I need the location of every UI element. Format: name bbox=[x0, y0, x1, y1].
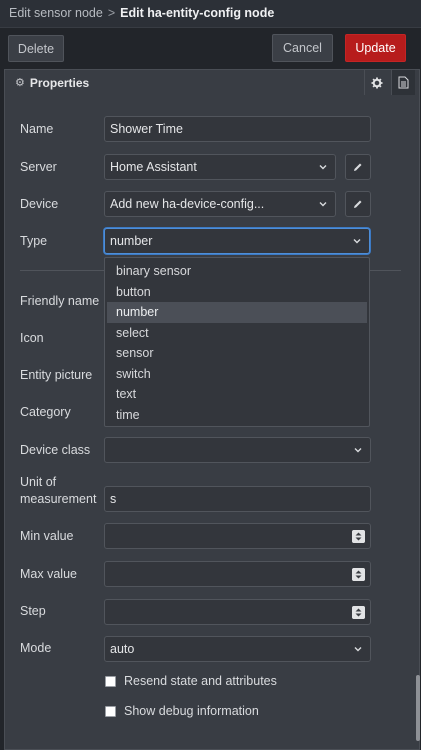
spinner-arrows-icon[interactable] bbox=[352, 606, 365, 619]
type-option[interactable]: text bbox=[107, 384, 367, 405]
breadcrumb-current: Edit ha-entity-config node bbox=[120, 6, 275, 20]
max-value-label: Max value bbox=[20, 567, 77, 581]
unit-label-line2: measurement bbox=[20, 492, 97, 506]
tab-properties[interactable]: ⚙ Properties bbox=[5, 70, 420, 95]
unit-input-value: s bbox=[110, 492, 117, 506]
type-select-value: number bbox=[110, 234, 153, 248]
tab-description[interactable] bbox=[391, 70, 415, 95]
device-class-label: Device class bbox=[20, 443, 91, 457]
unit-input[interactable]: s bbox=[104, 486, 371, 512]
pencil-icon bbox=[354, 200, 362, 208]
gear-icon bbox=[371, 77, 382, 88]
device-select[interactable]: Add new ha-device-config... bbox=[104, 191, 336, 217]
pencil-icon bbox=[354, 163, 362, 171]
step-label: Step bbox=[20, 604, 46, 618]
unit-label: Unit of measurement bbox=[20, 474, 96, 508]
delete-button[interactable]: Delete bbox=[8, 35, 64, 62]
document-icon bbox=[398, 76, 409, 89]
debug-checkbox-label: Show debug information bbox=[124, 704, 259, 718]
chevron-down-icon bbox=[319, 165, 327, 170]
tab-settings[interactable] bbox=[364, 70, 388, 95]
type-option[interactable]: switch bbox=[107, 364, 367, 385]
type-select[interactable]: number bbox=[104, 228, 370, 254]
min-value-label: Min value bbox=[20, 529, 74, 543]
icon-label: Icon bbox=[20, 331, 44, 345]
resend-checkbox[interactable] bbox=[105, 675, 116, 687]
breadcrumb-separator: > bbox=[107, 6, 116, 20]
tab-bar: ⚙ Properties bbox=[5, 70, 420, 95]
breadcrumb-parent[interactable]: Edit sensor node bbox=[9, 6, 103, 20]
unit-label-line1: Unit of bbox=[20, 475, 57, 489]
category-label: Category bbox=[20, 405, 71, 419]
name-label: Name bbox=[20, 122, 54, 136]
breadcrumb: Edit sensor node > Edit ha-entity-config n… bbox=[9, 6, 274, 20]
mode-label: Mode bbox=[20, 641, 52, 655]
gear-icon: ⚙ bbox=[15, 77, 25, 89]
server-edit-button[interactable] bbox=[345, 154, 371, 180]
properties-panel: ⚙ Properties Name Shower Time Server Hom… bbox=[4, 69, 420, 750]
max-value-input[interactable] bbox=[104, 561, 371, 587]
type-dropdown-list: binary sensor button number select senso… bbox=[104, 257, 370, 427]
spinner-arrows-icon[interactable] bbox=[352, 530, 365, 543]
debug-checkbox-row[interactable]: Show debug information bbox=[105, 704, 259, 718]
resend-checkbox-row[interactable]: Resend state and attributes bbox=[105, 674, 277, 688]
friendly-name-label: Friendly name bbox=[20, 294, 100, 308]
entity-picture-label: Entity picture bbox=[20, 368, 93, 382]
device-label: Device bbox=[20, 197, 59, 211]
resend-checkbox-label: Resend state and attributes bbox=[124, 674, 277, 688]
chevron-down-icon bbox=[354, 647, 362, 652]
type-option[interactable]: select bbox=[107, 323, 367, 344]
type-option[interactable]: time bbox=[107, 405, 367, 426]
spinner-arrows-icon[interactable] bbox=[352, 568, 365, 581]
update-button[interactable]: Update bbox=[345, 34, 406, 62]
scrollbar[interactable] bbox=[416, 675, 420, 741]
server-label: Server bbox=[20, 160, 57, 174]
server-select[interactable]: Home Assistant bbox=[104, 154, 336, 180]
device-select-value: Add new ha-device-config... bbox=[110, 197, 265, 211]
type-option-selected[interactable]: number bbox=[107, 302, 367, 323]
chevron-down-icon bbox=[319, 202, 327, 207]
name-input[interactable]: Shower Time bbox=[104, 116, 371, 142]
cancel-button[interactable]: Cancel bbox=[272, 34, 333, 62]
min-value-input[interactable] bbox=[104, 523, 371, 549]
name-input-value: Shower Time bbox=[110, 122, 183, 136]
top-bar: Edit sensor node > Edit ha-entity-config n… bbox=[0, 0, 421, 28]
debug-checkbox[interactable] bbox=[105, 705, 116, 717]
server-select-value: Home Assistant bbox=[110, 160, 197, 174]
type-option[interactable]: binary sensor bbox=[107, 261, 367, 282]
tab-properties-label: Properties bbox=[29, 75, 90, 90]
type-option[interactable]: button bbox=[107, 282, 367, 303]
chevron-down-icon bbox=[353, 239, 361, 244]
device-class-select[interactable] bbox=[104, 437, 371, 463]
mode-select-value: auto bbox=[110, 642, 135, 656]
mode-select[interactable]: auto bbox=[104, 636, 371, 662]
device-edit-button[interactable] bbox=[345, 191, 371, 217]
chevron-down-icon bbox=[354, 448, 362, 453]
type-option[interactable]: sensor bbox=[107, 343, 367, 364]
type-label: Type bbox=[20, 234, 48, 248]
step-input[interactable] bbox=[104, 599, 371, 625]
